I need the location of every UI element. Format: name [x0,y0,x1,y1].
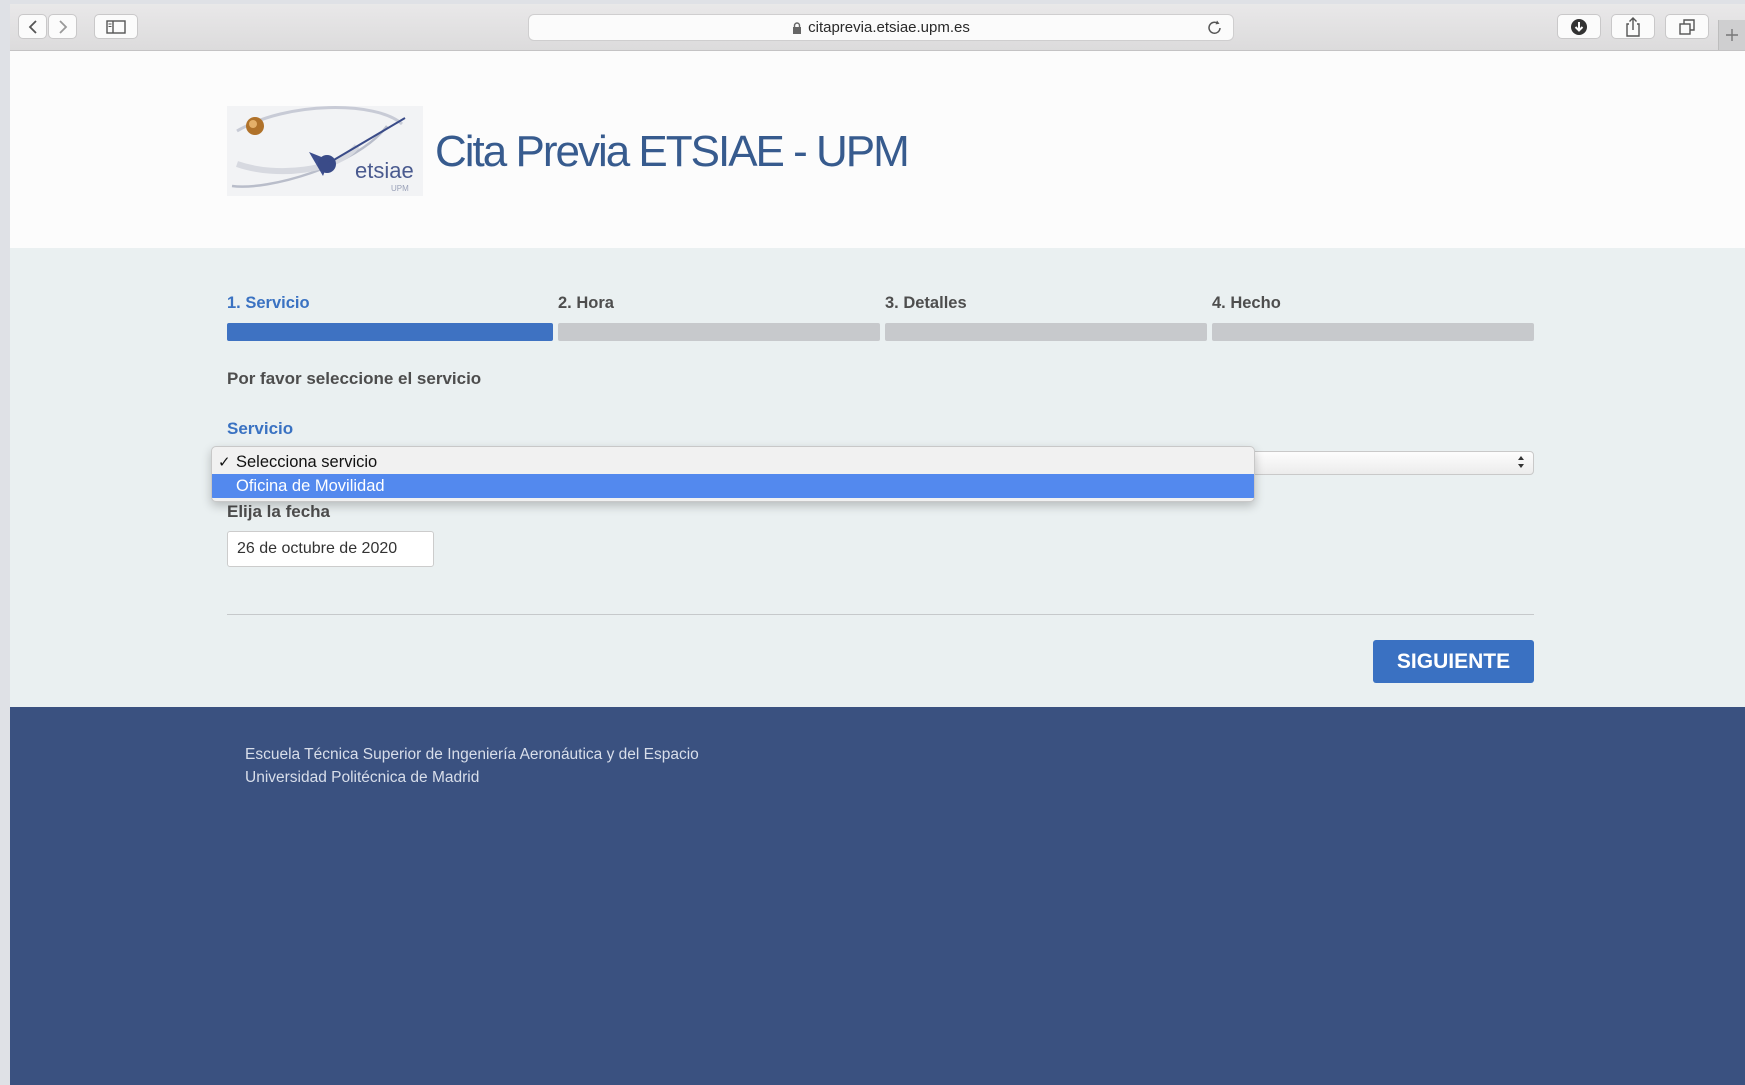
instruction-text: Por favor seleccione el servicio [227,369,482,388]
tabs-icon [1679,18,1695,35]
option-selecciona-servicio[interactable]: ✓ Selecciona servicio [212,450,1254,474]
download-icon [1571,18,1587,35]
step-1-label: 1. Servicio [227,294,310,312]
page-title: Cita Previa ETSIAE - UPM [435,127,910,176]
step-4-label: 4. Hecho [1212,294,1281,312]
service-dropdown-menu: ✓ Selecciona servicio Oficina de Movilid… [211,446,1255,502]
option-label: Oficina de Movilidad [236,476,385,495]
date-input[interactable] [227,531,434,567]
etsiae-logo[interactable]: etsiae UPM [227,106,423,196]
downloads-button[interactable] [1557,14,1601,39]
tabs-button[interactable] [1665,14,1709,39]
share-icon [1626,16,1640,37]
option-oficina-de-movilidad[interactable]: Oficina de Movilidad [212,474,1254,498]
browser-toolbar: citaprevia.etsiae.upm.es [10,4,1745,51]
service-label: Servicio [227,419,294,438]
step-2-progress [558,323,880,341]
site-footer: Escuela Técnica Superior de Ingeniería A… [10,707,1745,1085]
sidebar-icon [106,19,126,34]
step-3-label: 3. Detalles [885,294,967,312]
lock-icon [792,21,802,34]
step-4-progress [1212,323,1534,341]
step-1-progress [227,323,553,341]
checkmark-icon: ✓ [218,454,231,471]
option-label: Selecciona servicio [236,452,378,471]
footer-school-name: Escuela Técnica Superior de Ingeniería A… [245,746,699,763]
browser-window: citaprevia.etsiae.upm.es etsiae UPM Cita… [10,4,1745,1085]
date-label: Elija la fecha [227,502,330,521]
footer-university-name: Universidad Politécnica de Madrid [245,769,480,786]
address-bar[interactable]: citaprevia.etsiae.upm.es [528,14,1234,41]
site-header: etsiae UPM Cita Previa ETSIAE - UPM [10,51,1745,248]
sidebar-button[interactable] [94,14,138,39]
next-button[interactable]: SIGUIENTE [1373,640,1534,683]
chevron-right-icon [58,19,67,34]
plus-icon [1726,29,1738,41]
logo-wordmark: etsiae [355,158,414,183]
logo-subtext: UPM [391,184,409,193]
step-2-label: 2. Hora [558,294,614,312]
url-text: citaprevia.etsiae.upm.es [808,19,970,36]
step-3-progress [885,323,1207,341]
form-divider [227,614,1534,615]
reload-icon[interactable] [1207,19,1223,40]
select-arrows-icon [1517,455,1525,474]
chevron-left-icon [28,19,37,34]
forward-button[interactable] [48,14,77,39]
back-button[interactable] [18,14,47,39]
share-button[interactable] [1611,14,1655,39]
new-tab-button[interactable] [1718,20,1745,50]
